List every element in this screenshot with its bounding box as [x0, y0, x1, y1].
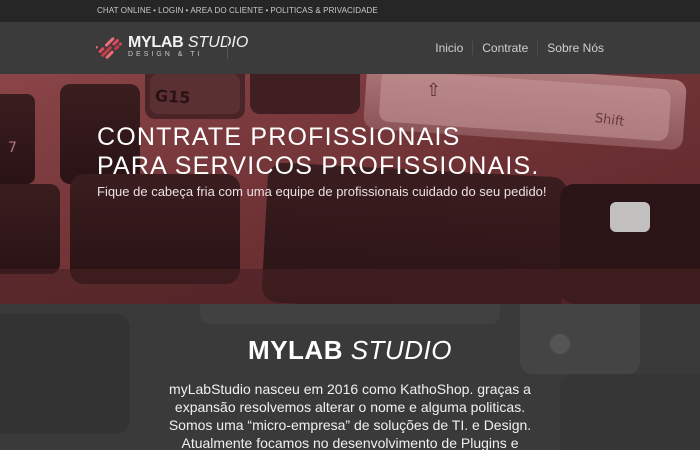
brand-name-bold: MYLAB — [128, 34, 184, 51]
top-utility-bar: CHAT ONLINE • LOGIN • AREA DO CLIENTE • POLITI… — [0, 0, 700, 22]
site-header: MYLAB STUDIO DESIGN & TI Inicio Contrate… — [0, 22, 700, 75]
brand-logo[interactable]: MYLAB STUDIO DESIGN & TI — [96, 34, 248, 62]
about-title-bold: MYLAB — [248, 335, 343, 365]
privacy-policy-link[interactable]: POLITICAS & PRIVACIDADE — [270, 6, 378, 15]
hero-subtitle: Fique de cabeça fria com uma equipe de p… — [97, 184, 547, 199]
top-links: CHAT ONLINE • LOGIN • AREA DO CLIENTE • POLITI… — [97, 6, 378, 15]
hero-title-line-2: PARA SERVICOS PROFISSIONAIS. — [97, 152, 540, 180]
about-title: MYLAB STUDIO — [0, 335, 700, 366]
about-line: Atualmente focamos no desenvolvimento de… — [181, 435, 519, 450]
about-line: Somos uma “micro-empresa” de soluções de… — [168, 417, 532, 433]
about-line: expansão resolvemos alterar o nome e alg… — [174, 399, 526, 415]
brand-tagline: DESIGN & TI — [128, 51, 203, 58]
brand-name-italic: STUDIO — [183, 34, 249, 51]
separator: • — [185, 6, 189, 15]
svg-text:G15: G15 — [154, 86, 191, 107]
hero-title-line-1: CONTRATE PROFISSIONAIS — [97, 123, 461, 151]
separator: • — [153, 6, 157, 15]
login-link[interactable]: LOGIN — [158, 6, 183, 15]
client-area-link[interactable]: AREA DO CLIENTE — [190, 6, 263, 15]
logo-mark-icon — [96, 37, 122, 59]
header-divider — [227, 37, 228, 59]
nav-item-inicio[interactable]: Inicio — [435, 41, 472, 55]
brand-name: MYLAB STUDIO — [128, 35, 248, 51]
nav-item-contrate[interactable]: Contrate — [472, 41, 537, 55]
hero-banner: G15 Shift ⇧ 7 CONTRATE PROFISSIONAIS PAR… — [0, 74, 700, 304]
svg-text:7: 7 — [8, 140, 17, 156]
about-line: myLabStudio nasceu em 2016 como KathoSho… — [169, 381, 531, 397]
about-section: MYLAB STUDIO myLabStudio nasceu em 2016 … — [0, 304, 700, 450]
about-paragraph: myLabStudio nasceu em 2016 como KathoSho… — [150, 380, 550, 450]
chat-online-link[interactable]: CHAT ONLINE — [97, 6, 151, 15]
main-nav: Inicio Contrate Sobre Nós — [435, 41, 604, 55]
about-title-italic: STUDIO — [342, 335, 452, 365]
nav-item-sobre-nos[interactable]: Sobre Nós — [537, 41, 604, 55]
hero-title: CONTRATE PROFISSIONAIS PARA SERVICOS PRO… — [97, 123, 540, 181]
svg-text:⇧: ⇧ — [426, 80, 441, 101]
separator: • — [265, 6, 269, 15]
